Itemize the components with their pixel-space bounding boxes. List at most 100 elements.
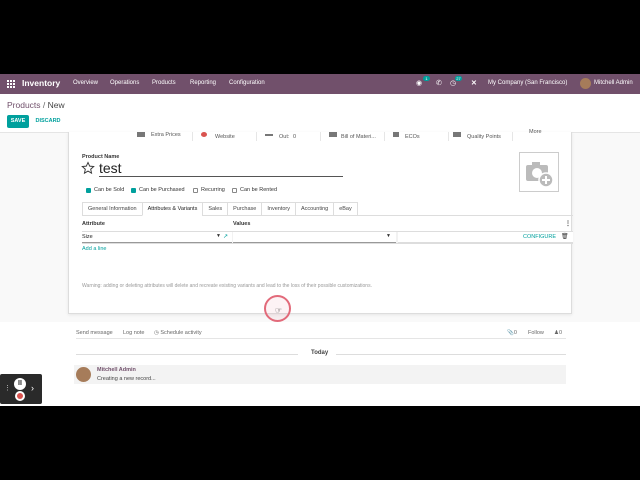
- product-name-input[interactable]: test: [99, 160, 343, 177]
- company-switcher[interactable]: My Company (San Francisco): [488, 80, 567, 86]
- pause-icon[interactable]: II: [14, 378, 26, 390]
- paperclip-icon: 📎: [507, 330, 514, 336]
- website-label: Website: [215, 134, 235, 140]
- message-author[interactable]: Mitchell Admin: [97, 367, 136, 373]
- column-header-attribute[interactable]: Attribute: [82, 221, 105, 227]
- can-be-sold-checkbox[interactable]: Can be Sold: [86, 187, 124, 193]
- followers-button[interactable]: ♟0: [554, 330, 562, 336]
- chatter-divider: [76, 338, 566, 339]
- breadcrumb: Products / New: [7, 100, 65, 110]
- out-moves-button[interactable]: Out: 0: [257, 132, 321, 141]
- recurring-checkbox[interactable]: Recurring: [193, 187, 225, 193]
- hand-cursor-icon: ☞: [275, 306, 283, 315]
- schedule-activity-label: Schedule activity: [160, 330, 202, 336]
- menu-operations[interactable]: Operations: [110, 80, 139, 86]
- external-link-icon[interactable]: ↗: [223, 233, 228, 240]
- date-separator: Today: [311, 350, 329, 356]
- checkbox-unchecked[interactable]: [193, 187, 198, 193]
- user-avatar[interactable]: [580, 78, 591, 89]
- odoo-window: Inventory Overview Operations Products R…: [0, 74, 640, 406]
- ecos-button[interactable]: ECOs: [385, 132, 449, 141]
- chevron-right-icon[interactable]: ›: [31, 383, 34, 393]
- date-divider-right: [336, 354, 566, 355]
- notebook-tabs: General Information Attributes & Variant…: [82, 202, 358, 216]
- product-image-upload[interactable]: [519, 152, 559, 192]
- ecos-label: ECOs: [405, 134, 420, 140]
- bom-button[interactable]: Bill of Materi...: [321, 132, 385, 141]
- tab-ebay[interactable]: eBay: [333, 202, 358, 216]
- out-count: 0: [293, 134, 297, 140]
- schedule-activity-button[interactable]: ◷ Schedule activity: [154, 330, 202, 336]
- bom-label: Bill of Materi...: [341, 134, 376, 140]
- send-message-button[interactable]: Send message: [76, 330, 113, 336]
- menu-reporting[interactable]: Reporting: [190, 80, 216, 86]
- can-be-rented-label: Can be Rented: [240, 187, 277, 193]
- quality-points-button[interactable]: Quality Points: [449, 132, 513, 141]
- tab-sales[interactable]: Sales: [202, 202, 228, 216]
- tab-inventory[interactable]: Inventory: [261, 202, 295, 216]
- tab-purchase[interactable]: Purchase: [227, 202, 262, 216]
- globe-icon: [201, 132, 207, 137]
- extra-prices-label: Extra Prices: [151, 132, 181, 138]
- app-name[interactable]: Inventory: [22, 78, 60, 88]
- optional-columns-icon[interactable]: ⋮: [565, 220, 571, 227]
- recurring-label: Recurring: [201, 187, 225, 193]
- chevron-down-icon[interactable]: ▼: [216, 233, 221, 239]
- screen-recorder-widget: ⋮ II ›: [0, 374, 42, 404]
- menu-overview[interactable]: Overview: [73, 80, 98, 86]
- more-button[interactable]: More: [513, 129, 573, 141]
- favorite-star-icon[interactable]: [81, 161, 95, 175]
- can-be-rented-checkbox[interactable]: Can be Rented: [232, 187, 277, 193]
- checkbox-checked[interactable]: [131, 187, 136, 193]
- table-row[interactable]: Size ▼ ↗ ▼ CONFIGURE 🗑: [82, 231, 573, 244]
- user-menu[interactable]: Mitchell Admin: [594, 80, 633, 86]
- add-a-line-link[interactable]: Add a line: [82, 246, 106, 252]
- form-sheet: Extra Prices Website Out: 0 Bill of Mate…: [68, 129, 573, 314]
- stop-record-icon[interactable]: [15, 391, 25, 401]
- followers-count: 0: [558, 330, 562, 336]
- menu-products[interactable]: Products: [152, 80, 176, 86]
- tab-accounting[interactable]: Accounting: [294, 202, 334, 216]
- breadcrumb-current: New: [47, 100, 65, 110]
- values-input[interactable]: [233, 232, 396, 243]
- log-note-button[interactable]: Log note: [123, 330, 144, 336]
- extra-prices-button[interactable]: Extra Prices: [129, 132, 193, 141]
- checkbox-checked[interactable]: [86, 187, 91, 193]
- avatar[interactable]: [76, 367, 91, 382]
- tab-attributes-variants[interactable]: Attributes & Variants: [141, 202, 203, 216]
- column-header-values[interactable]: Values: [233, 221, 250, 227]
- quality-points-label: Quality Points: [467, 134, 501, 140]
- chat-icon[interactable]: ◉: [416, 79, 422, 87]
- out-label: Out:: [279, 134, 290, 140]
- wrench-icon: [393, 132, 399, 137]
- trash-icon[interactable]: 🗑: [561, 233, 569, 240]
- attribute-input[interactable]: Size: [82, 232, 232, 243]
- camera-plus-icon: [526, 162, 554, 188]
- discard-button[interactable]: DISCARD: [33, 115, 63, 128]
- can-be-purchased-label: Can be Purchased: [139, 187, 185, 193]
- save-button[interactable]: SAVE: [7, 115, 29, 128]
- more-label: More: [529, 129, 542, 135]
- activity-badge: 27: [455, 76, 462, 81]
- can-be-sold-label: Can be Sold: [94, 187, 125, 193]
- chat-badge: 1: [423, 76, 430, 81]
- tab-general-information[interactable]: General Information: [82, 202, 142, 216]
- clock-icon: ◷: [154, 330, 159, 336]
- top-navbar: Inventory Overview Operations Products R…: [0, 74, 640, 94]
- attachments-button[interactable]: 📎0: [507, 330, 517, 336]
- debug-tools-icon[interactable]: ✕: [471, 79, 477, 87]
- apps-menu-icon[interactable]: [7, 80, 15, 88]
- chevron-down-icon[interactable]: ▼: [386, 233, 391, 239]
- phone-icon[interactable]: ✆: [436, 79, 442, 87]
- can-be-purchased-checkbox[interactable]: Can be Purchased: [131, 187, 185, 193]
- attachments-count: 0: [513, 330, 517, 336]
- breadcrumb-products[interactable]: Products: [7, 100, 41, 110]
- website-button[interactable]: Website: [193, 132, 257, 141]
- menu-configuration[interactable]: Configuration: [229, 80, 265, 86]
- arrow-out-icon: [265, 134, 273, 136]
- follow-button[interactable]: Follow: [528, 330, 544, 336]
- checkbox-unchecked[interactable]: [232, 187, 237, 193]
- date-divider-left: [76, 354, 298, 355]
- configure-button[interactable]: CONFIGURE: [523, 234, 556, 240]
- drag-handle-icon[interactable]: ⋮: [4, 384, 11, 392]
